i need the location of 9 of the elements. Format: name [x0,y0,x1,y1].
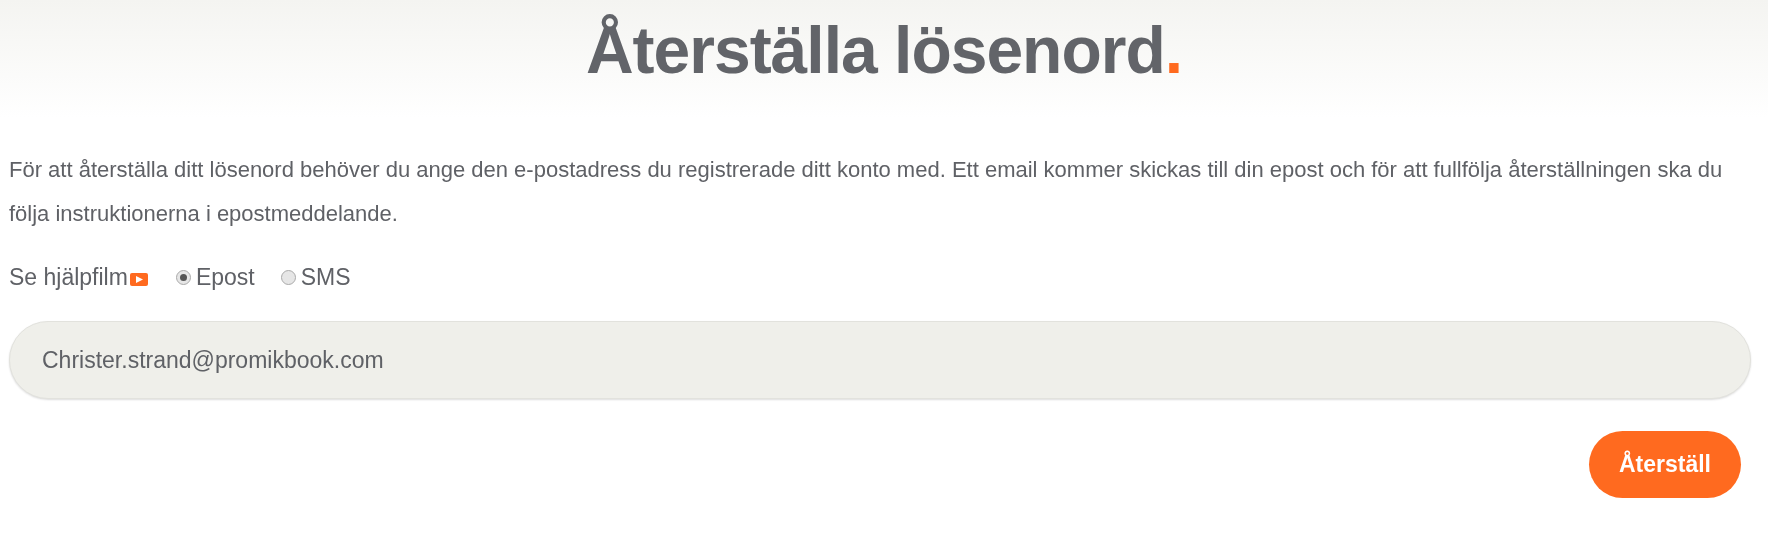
help-video-link[interactable]: Se hjälpfilm [9,264,128,291]
radio-label[interactable]: Epost [195,264,255,291]
radio-button[interactable] [280,270,296,285]
radio-label[interactable]: SMS [300,264,351,291]
description-text: För att återställa ditt lösenord behöver du ange den e-postadress du registrerade ditt konto med. Ett email kommer skickas till din epost och för att fullfölja återställningen ska du följa instruktionerna i epostmeddelande. [9,156,1724,228]
play-icon[interactable] [129,273,148,286]
page-title: Återställa lösenord. [585,13,1183,87]
email-field[interactable]: Christer.strand@promikbook.com [9,321,1751,399]
radio-button[interactable] [175,270,191,285]
